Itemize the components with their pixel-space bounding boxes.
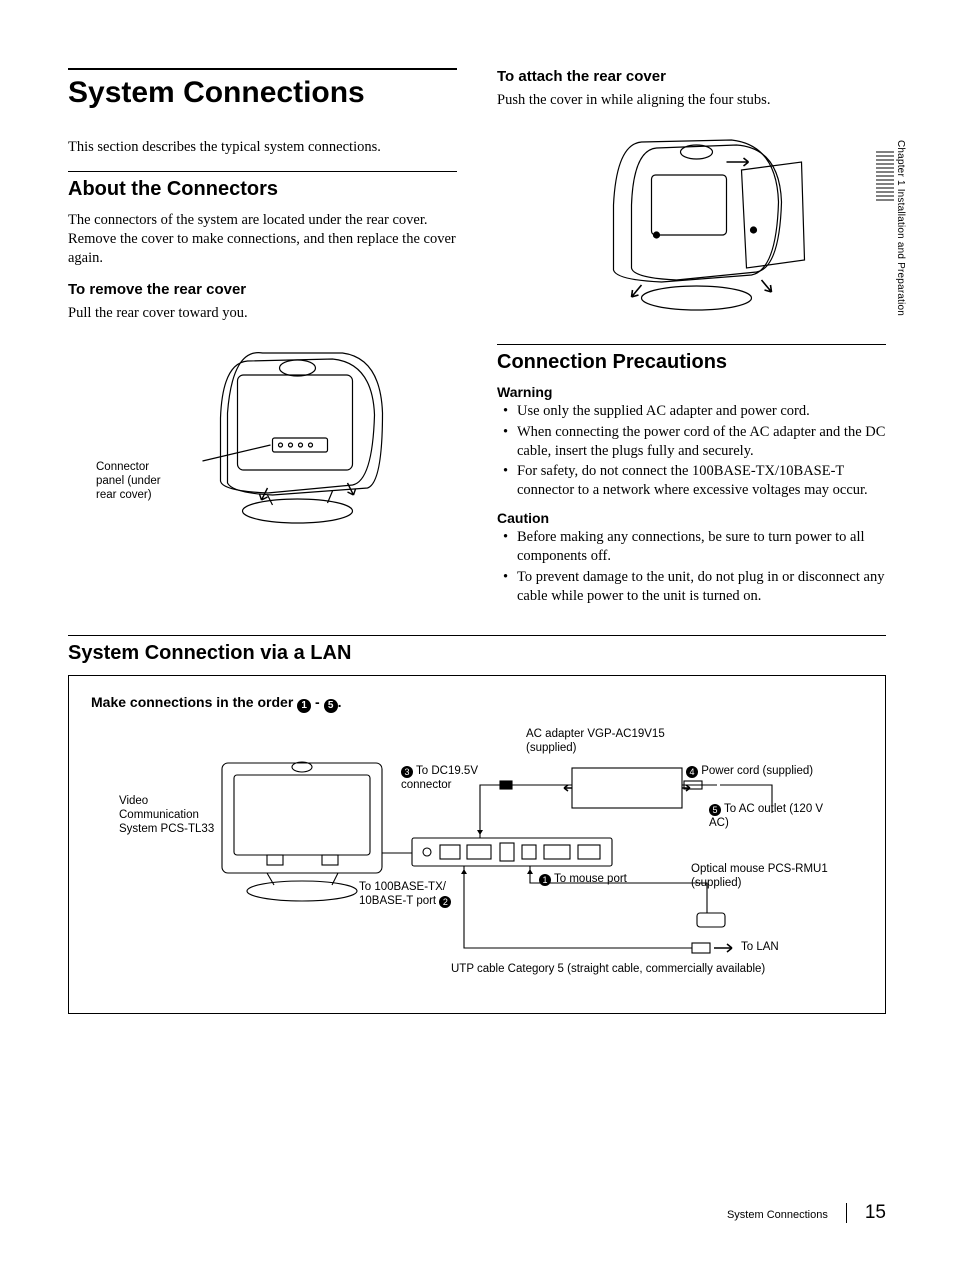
caution-label: Caution — [497, 510, 886, 526]
warning-item: Use only the supplied AC adapter and pow… — [507, 402, 886, 421]
title-rule — [68, 68, 457, 70]
page-footer: System Connections 15 — [727, 1202, 886, 1224]
attach-heading: To attach the rear cover — [497, 68, 886, 85]
caution-item: To prevent damage to the unit, do not pl… — [507, 568, 886, 606]
lan-diagram-box: Make connections in the order 1 - 5. — [68, 675, 886, 1014]
page-title: System Connections — [68, 76, 457, 110]
precautions-heading: Connection Precautions — [497, 351, 886, 374]
caution-item: Before making any connections, be sure t… — [507, 528, 886, 566]
label-base-port: To 100BASE-TX/ 10BASE-T port 2 — [359, 881, 479, 909]
section-rule — [497, 344, 886, 345]
label-utp: UTP cable Category 5 (straight cable, co… — [451, 963, 831, 977]
warning-item: For safety, do not connect the 100BASE-T… — [507, 462, 886, 500]
section-rule — [68, 635, 886, 636]
remove-body: Pull the rear cover toward you. — [68, 304, 457, 323]
footer-divider — [846, 1203, 847, 1223]
lan-heading: System Connection via a LAN — [68, 642, 886, 665]
about-body: The connectors of the system are located… — [68, 211, 457, 268]
page-number: 15 — [865, 1202, 886, 1224]
remove-heading: To remove the rear cover — [68, 281, 457, 298]
label-mouse-port: 1 To mouse port — [539, 873, 659, 887]
label-outlet: 5 To AC outlet (120 V AC) — [709, 803, 839, 831]
intro-text: This section describes the typical syste… — [68, 138, 457, 157]
caution-list: Before making any connections, be sure t… — [497, 528, 886, 605]
warning-label: Warning — [497, 384, 886, 400]
lan-diagram: Video Communication System PCS-TL33 AC a… — [91, 723, 863, 993]
label-mouse-device: Optical mouse PCS-RMU1 (supplied) — [691, 863, 851, 891]
warning-list: Use only the supplied AC adapter and pow… — [497, 402, 886, 500]
about-heading: About the Connectors — [68, 178, 457, 201]
label-powercord: 4 Power cord (supplied) — [686, 765, 836, 779]
label-adapter: AC adapter VGP-AC19V15 (supplied) — [526, 728, 686, 756]
warning-item: When connecting the power cord of the AC… — [507, 423, 886, 461]
label-system: Video Communication System PCS-TL33 — [119, 795, 219, 836]
chapter-tab: Chapter 1 Installation and Preparation — [895, 140, 906, 316]
remove-cover-illustration: Connector panel (under rear cover) — [68, 333, 457, 543]
attach-body: Push the cover in while aligning the fou… — [497, 91, 886, 110]
lan-order-title: Make connections in the order 1 - 5. — [91, 694, 863, 713]
label-dc: 3 To DC19.5V connector — [401, 765, 511, 793]
attach-cover-illustration — [497, 120, 886, 330]
label-to-lan: To LAN — [741, 941, 779, 955]
footer-section-label: System Connections — [727, 1209, 828, 1221]
connector-panel-callout: Connector panel (under rear cover) — [96, 461, 166, 502]
section-rule — [68, 171, 457, 172]
